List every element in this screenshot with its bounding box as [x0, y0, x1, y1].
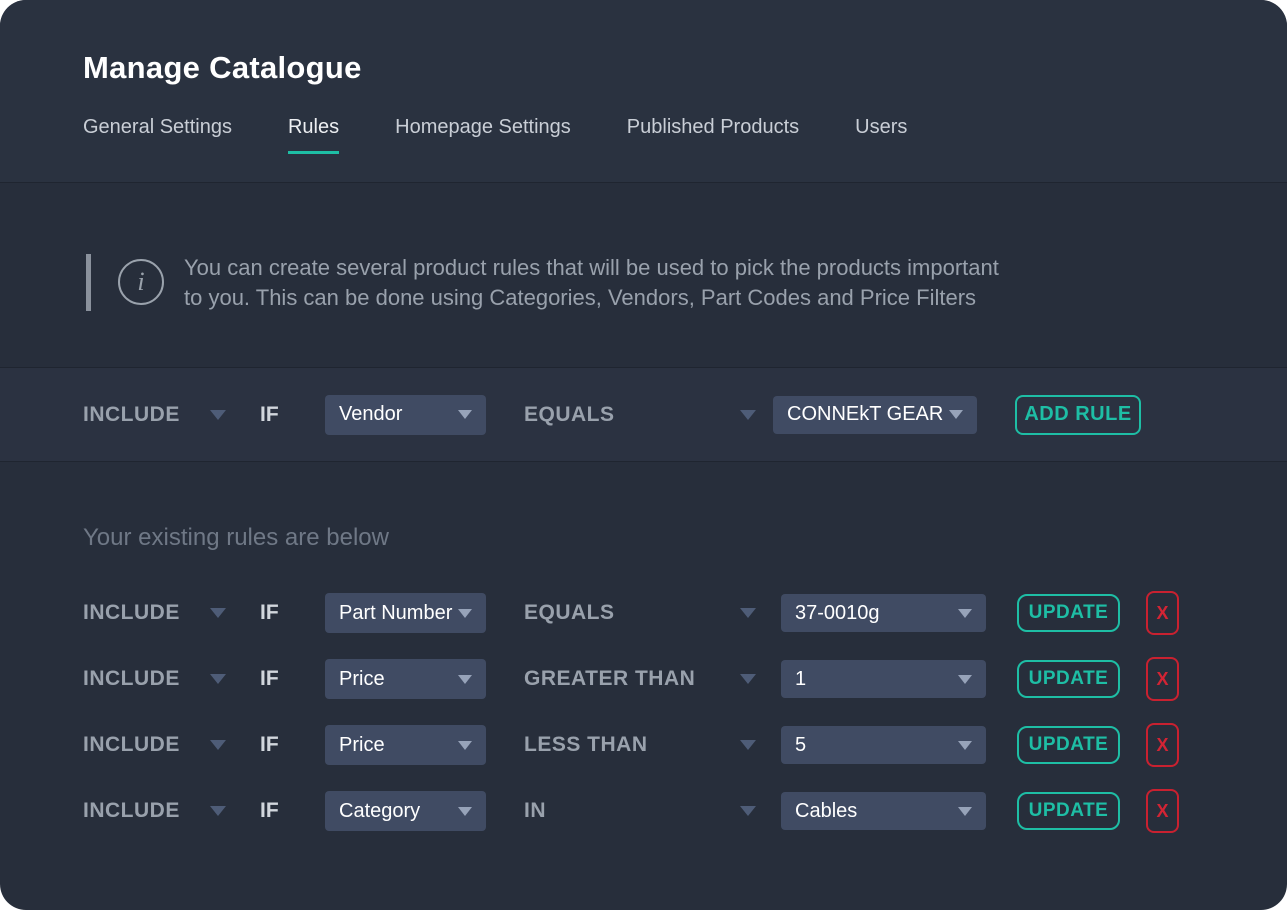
update-rule-button[interactable]: UPDATE: [1017, 594, 1120, 632]
info-block: i You can create several product rules t…: [0, 183, 1287, 313]
chevron-down-icon: [458, 675, 472, 684]
chevron-down-icon: [210, 740, 226, 750]
delete-rule-button[interactable]: X: [1146, 657, 1179, 701]
include-dropdown[interactable]: INCLUDE: [83, 733, 226, 757]
chevron-down-icon: [210, 806, 226, 816]
operator-dropdown[interactable]: LESS THAN: [524, 733, 756, 757]
chevron-down-icon: [740, 806, 756, 816]
include-dropdown[interactable]: INCLUDE: [83, 601, 226, 625]
chevron-down-icon: [958, 675, 972, 684]
header: Manage Catalogue General Settings Rules …: [0, 0, 1287, 183]
include-dropdown[interactable]: INCLUDE: [83, 667, 226, 691]
value-dropdown[interactable]: CONNEkT GEAR: [773, 396, 977, 434]
field-dropdown-value: Price: [339, 668, 385, 691]
operator-label: EQUALS: [524, 403, 615, 427]
chevron-down-icon: [210, 608, 226, 618]
value-dropdown[interactable]: 1: [781, 660, 986, 698]
include-label: INCLUDE: [83, 733, 180, 757]
if-label: IF: [260, 403, 286, 427]
info-text-line1: You can create several product rules tha…: [184, 253, 999, 283]
field-dropdown[interactable]: Category: [325, 791, 486, 831]
update-rule-button[interactable]: UPDATE: [1017, 792, 1120, 830]
tab-rules[interactable]: Rules: [288, 116, 339, 154]
rule-builder-row: INCLUDE IF Vendor EQUALS CONNEkT GEAR AD…: [0, 367, 1287, 462]
field-dropdown-value: Price: [339, 734, 385, 757]
field-dropdown-value: Vendor: [339, 403, 402, 426]
update-rule-button[interactable]: UPDATE: [1017, 660, 1120, 698]
if-label: IF: [260, 733, 286, 757]
operator-label: IN: [524, 799, 546, 823]
chevron-down-icon: [740, 674, 756, 684]
chevron-down-icon: [740, 740, 756, 750]
operator-label: EQUALS: [524, 601, 615, 625]
value-dropdown-value: 5: [795, 734, 806, 757]
delete-rule-button[interactable]: X: [1146, 591, 1179, 635]
value-dropdown-value: 37-0010g: [795, 602, 880, 625]
value-dropdown[interactable]: 37-0010g: [781, 594, 986, 632]
include-label: INCLUDE: [83, 667, 180, 691]
add-rule-button[interactable]: ADD RULE: [1015, 395, 1141, 435]
field-dropdown[interactable]: Price: [325, 659, 486, 699]
field-dropdown-value: Part Number: [339, 602, 452, 625]
rule-row: INCLUDE IF Category IN Cables UPDATE X: [83, 778, 1287, 844]
operator-dropdown[interactable]: EQUALS: [524, 403, 756, 427]
chevron-down-icon: [740, 608, 756, 618]
page-title: Manage Catalogue: [83, 0, 1287, 86]
operator-dropdown[interactable]: IN: [524, 799, 756, 823]
include-label: INCLUDE: [83, 601, 180, 625]
info-icon: i: [118, 259, 164, 305]
chevron-down-icon: [210, 410, 226, 420]
chevron-down-icon: [958, 609, 972, 618]
field-dropdown[interactable]: Price: [325, 725, 486, 765]
operator-label: GREATER THAN: [524, 667, 695, 691]
if-label: IF: [260, 601, 286, 625]
value-dropdown[interactable]: 5: [781, 726, 986, 764]
operator-dropdown[interactable]: EQUALS: [524, 601, 756, 625]
field-dropdown-value: Category: [339, 800, 420, 823]
field-dropdown[interactable]: Vendor: [325, 395, 486, 435]
tab-general-settings[interactable]: General Settings: [83, 116, 232, 154]
field-dropdown[interactable]: Part Number: [325, 593, 486, 633]
update-rule-button[interactable]: UPDATE: [1017, 726, 1120, 764]
info-accent-bar: [86, 254, 91, 311]
chevron-down-icon: [958, 807, 972, 816]
tab-published-products[interactable]: Published Products: [627, 116, 799, 154]
chevron-down-icon: [958, 741, 972, 750]
info-text: You can create several product rules tha…: [184, 253, 999, 313]
existing-rules-heading: Your existing rules are below: [83, 462, 1287, 552]
tab-users[interactable]: Users: [855, 116, 907, 154]
rule-row: INCLUDE IF Part Number EQUALS 37-0010g U…: [83, 580, 1287, 646]
rule-row: INCLUDE IF Price GREATER THAN 1 UPDATE: [83, 646, 1287, 712]
delete-rule-button[interactable]: X: [1146, 789, 1179, 833]
chevron-down-icon: [949, 410, 963, 419]
rule-row: INCLUDE IF Price LESS THAN 5 UPDATE X: [83, 712, 1287, 778]
rules-list: INCLUDE IF Part Number EQUALS 37-0010g U…: [83, 580, 1287, 844]
include-dropdown[interactable]: INCLUDE: [83, 799, 226, 823]
chevron-down-icon: [740, 410, 756, 420]
info-text-line2: to you. This can be done using Categorie…: [184, 283, 999, 313]
tab-bar: General Settings Rules Homepage Settings…: [83, 116, 1287, 154]
value-dropdown[interactable]: Cables: [781, 792, 986, 830]
value-dropdown-value: Cables: [795, 800, 857, 823]
chevron-down-icon: [458, 609, 472, 618]
manage-catalogue-panel: Manage Catalogue General Settings Rules …: [0, 0, 1287, 910]
include-label: INCLUDE: [83, 403, 180, 427]
operator-dropdown[interactable]: GREATER THAN: [524, 667, 756, 691]
if-label: IF: [260, 799, 286, 823]
value-dropdown-value: 1: [795, 668, 806, 691]
value-dropdown-value: CONNEkT GEAR: [787, 403, 943, 426]
existing-rules-section: Your existing rules are below INCLUDE IF…: [0, 462, 1287, 844]
chevron-down-icon: [210, 674, 226, 684]
chevron-down-icon: [458, 741, 472, 750]
info-section: i You can create several product rules t…: [0, 183, 1287, 367]
include-dropdown[interactable]: INCLUDE: [83, 403, 226, 427]
tab-homepage-settings[interactable]: Homepage Settings: [395, 116, 571, 154]
chevron-down-icon: [458, 807, 472, 816]
chevron-down-icon: [458, 410, 472, 419]
operator-label: LESS THAN: [524, 733, 648, 757]
delete-rule-button[interactable]: X: [1146, 723, 1179, 767]
include-label: INCLUDE: [83, 799, 180, 823]
if-label: IF: [260, 667, 286, 691]
